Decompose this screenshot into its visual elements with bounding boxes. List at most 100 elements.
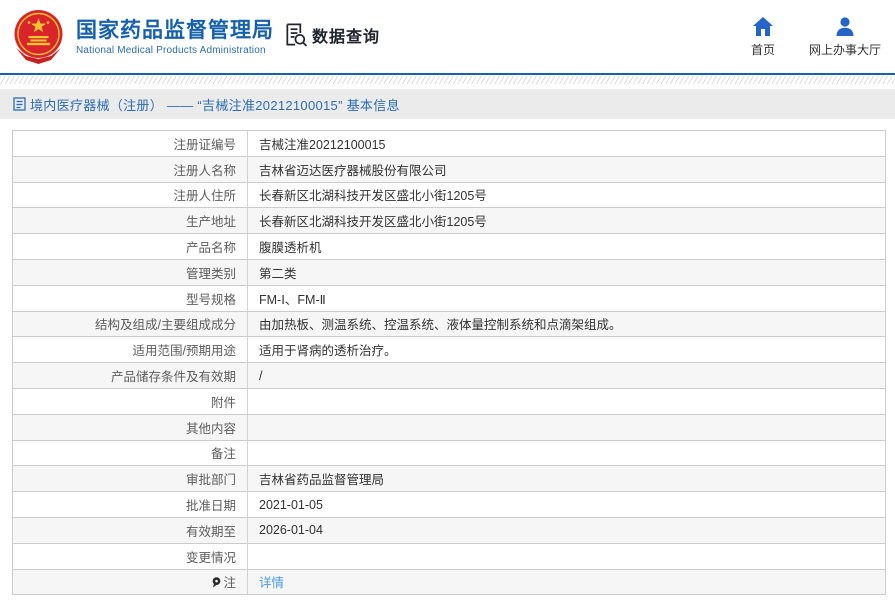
table-row: 注册人名称 吉林省迈达医疗器械股份有限公司: [12, 155, 886, 183]
row-label: 审批部门: [185, 473, 236, 488]
row-value: 腹膜透析机: [259, 241, 322, 256]
row-label: 产品名称: [185, 241, 236, 256]
nav-home-label: 首页: [750, 43, 775, 57]
table-row: 注册证编号 吉械注准20212100015: [12, 130, 886, 157]
table-row: 生产地址 长春新区北湖科技开发区盛北小街1205号: [12, 207, 886, 234]
agency-name-block: 国家药品监督管理局 National Medical Products Admi…: [76, 18, 274, 56]
row-value: 第二类: [259, 266, 297, 281]
row-value-cell: 长春新区北湖科技开发区盛北小街1205号: [247, 181, 886, 208]
agency-brand: 国家药品监督管理局 National Medical Products Admi…: [10, 8, 274, 66]
table-row: 管理类别 第二类: [12, 258, 886, 286]
table-row: 备注: [12, 439, 886, 466]
home-icon: [752, 17, 773, 36]
row-value-cell: [247, 387, 886, 415]
row-value-cell: [247, 439, 886, 466]
user-icon: [836, 17, 854, 36]
row-label-cell: 批准日期: [12, 491, 248, 518]
row-label-cell: 其他内容: [12, 413, 248, 441]
hatch-divider: [0, 76, 895, 84]
table-row: 批准日期 2021-01-05: [12, 491, 886, 518]
row-value-cell: /: [247, 362, 886, 389]
row-label: 适用范围/预期用途: [132, 344, 236, 359]
row-value: 适用于肾病的透析治疗。: [259, 344, 397, 359]
row-label: 注册证编号: [173, 137, 236, 152]
row-label-cell: 型号规格: [12, 284, 248, 312]
row-value: 长春新区北湖科技开发区盛北小街1205号: [259, 189, 487, 204]
row-label: 生产地址: [185, 215, 236, 230]
row-label-cell: 审批部门: [12, 465, 248, 492]
row-label: 管理类别: [185, 266, 236, 281]
row-value-cell: 2021-01-05: [247, 491, 886, 518]
row-label: 型号规格: [185, 292, 236, 307]
row-label-cell: 结构及组成/主要组成成分: [12, 310, 248, 337]
row-value: 长春新区北湖科技开发区盛北小街1205号: [259, 215, 487, 230]
row-value-cell: FM-Ⅰ、FM-Ⅱ: [247, 284, 886, 312]
row-label-cell: 注册人住所: [12, 181, 248, 208]
row-value-cell: [247, 413, 886, 441]
row-value: 吉林省迈达医疗器械股份有限公司: [259, 163, 447, 178]
nav-service-hall[interactable]: 网上办事大厅: [809, 17, 881, 58]
row-label-cell: 产品名称: [12, 233, 248, 260]
row-label: 变更情况: [185, 550, 236, 565]
table-row: 产品储存条件及有效期 /: [12, 362, 886, 389]
detail-link[interactable]: 详情: [259, 576, 284, 590]
row-label-cell: 注册证编号: [12, 130, 248, 157]
table-row: 适用范围/预期用途 适用于肾病的透析治疗。: [12, 336, 886, 363]
row-label-cell: 变更情况: [12, 542, 248, 570]
row-value-cell: [247, 542, 886, 570]
row-value: 2026-01-04: [259, 523, 323, 538]
row-value-cell: 吉林省迈达医疗器械股份有限公司: [247, 155, 886, 183]
row-value: /: [259, 368, 263, 383]
row-value-cell: 详情: [247, 568, 886, 595]
row-value-cell: 吉械注准20212100015: [248, 131, 886, 157]
row-label: 备注: [210, 447, 236, 462]
table-row: 有效期至 2026-01-04: [12, 516, 886, 544]
row-label: 注: [223, 576, 236, 591]
data-query-icon: [286, 23, 308, 47]
row-value: FM-Ⅰ、FM-Ⅱ: [259, 292, 326, 307]
table-row: 注 详情: [12, 568, 886, 595]
table-row: 结构及组成/主要组成成分 由加热板、测温系统、控温系统、液体量控制系统和点滴架组成…: [12, 310, 886, 337]
data-query-tab[interactable]: 数据查询: [283, 22, 380, 47]
row-value-cell: 2026-01-04: [247, 516, 886, 544]
row-value: 吉林省药品监督管理局: [259, 473, 385, 488]
row-label-cell: 生产地址: [12, 207, 248, 234]
row-label: 结构及组成/主要组成成分: [95, 318, 236, 333]
row-label: 其他内容: [185, 421, 236, 436]
row-label: 注册人住所: [173, 189, 236, 204]
registration-table-body: 注册证编号 吉械注准20212100015 注册人名称 吉林省迈达医疗器械股份有限公司…: [12, 130, 886, 595]
registration-table: 注册证编号 吉械注准20212100015 注册人名称 吉林省迈达医疗器械股份有限公司…: [12, 130, 886, 596]
breadcrumb: 境内医疗器械（注册） —— “吉械注准20212100015” 基本信息: [30, 97, 400, 113]
row-label: 批准日期: [185, 499, 236, 514]
row-value: 吉械注准20212100015: [259, 137, 386, 152]
row-label-cell: 产品储存条件及有效期: [12, 362, 248, 389]
site-header: 国家药品监督管理局 National Medical Products Admi…: [0, 0, 895, 75]
row-label: 注册人名称: [173, 163, 236, 178]
row-value-cell: 长春新区北湖科技开发区盛北小街1205号: [247, 207, 886, 234]
row-value: 由加热板、测温系统、控温系统、液体量控制系统和点滴架组成。: [259, 318, 622, 333]
row-label: 产品储存条件及有效期: [110, 370, 236, 385]
breadcrumb-bar: 境内医疗器械（注册） —— “吉械注准20212100015” 基本信息: [0, 89, 895, 119]
agency-subtitle: National Medical Products Administration: [76, 45, 266, 57]
row-value-cell: 吉林省药品监督管理局: [247, 465, 886, 492]
nav-home[interactable]: 首页: [751, 17, 775, 58]
row-label: 有效期至: [185, 524, 236, 539]
row-value-cell: 第二类: [247, 258, 886, 286]
row-value-cell: 腹膜透析机: [247, 233, 886, 260]
table-row: 变更情况: [12, 542, 886, 570]
row-value-cell: 由加热板、测温系统、控温系统、液体量控制系统和点滴架组成。: [247, 310, 886, 337]
nav-service-hall-label: 网上办事大厅: [808, 43, 881, 57]
table-row: 产品名称 腹膜透析机: [12, 233, 886, 260]
note-icon: [213, 577, 221, 588]
document-icon: [13, 97, 26, 111]
row-label-cell: 管理类别: [12, 258, 248, 286]
row-label-cell: 注: [12, 568, 248, 595]
row-value: 2021-01-05: [259, 497, 323, 512]
row-label-cell: 有效期至: [12, 516, 248, 544]
table-row: 附件: [12, 387, 886, 415]
row-label-cell: 注册人名称: [12, 155, 248, 183]
agency-title: 国家药品监督管理局: [76, 18, 274, 42]
row-label: 附件: [210, 395, 236, 410]
row-label-cell: 备注: [12, 439, 248, 466]
table-row: 审批部门 吉林省药品监督管理局: [12, 465, 886, 492]
